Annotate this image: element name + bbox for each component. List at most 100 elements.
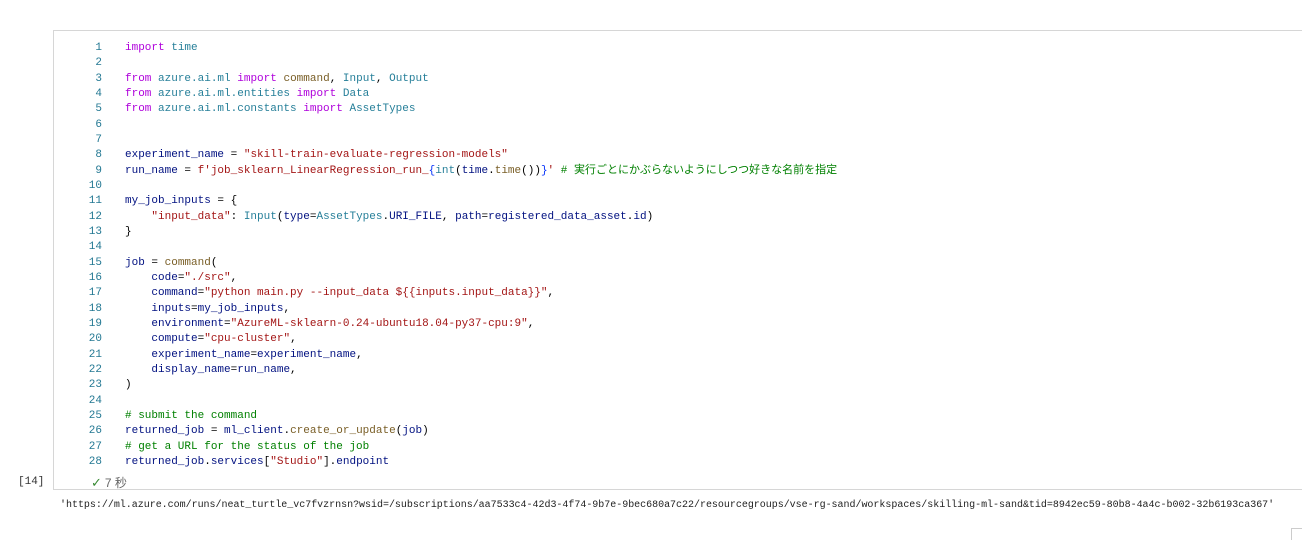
code-token: my_job_inputs	[197, 302, 284, 315]
line-number: 16	[88, 271, 102, 284]
code-token: command	[283, 72, 330, 85]
code-token: run_name	[237, 363, 291, 376]
code-token: from	[125, 103, 152, 116]
code-token: inputs	[151, 302, 192, 315]
code-token: import	[296, 87, 337, 100]
line-number: 1	[95, 42, 102, 54]
execution-duration: 7 秒	[104, 476, 127, 490]
line-number: 27	[88, 440, 102, 453]
execution-status: ✓ 7 秒	[91, 474, 127, 491]
code-token: my_job_inputs	[125, 195, 211, 208]
code-text: experiment_name=experiment_name,	[125, 348, 363, 363]
code-token: "Studio"	[270, 455, 324, 468]
code-text: }	[125, 225, 132, 240]
code-token: from	[125, 87, 152, 100]
resize-handle-icon[interactable]	[1291, 528, 1302, 540]
code-token: ,	[230, 271, 238, 284]
code-token: # submit the command	[125, 409, 258, 422]
cell-output: 'https://ml.azure.com/runs/neat_turtle_v…	[60, 500, 1275, 511]
code-text: display_name=run_name,	[125, 363, 296, 378]
code-token: experiment_name	[257, 348, 357, 361]
line-number: 9	[95, 164, 102, 177]
code-text: compute="cpu-cluster",	[125, 332, 297, 347]
code-token: .	[488, 164, 495, 177]
code-token: ,	[329, 72, 343, 85]
code-token: Input	[243, 210, 277, 223]
code-token: "input_data"	[151, 210, 231, 223]
code-token: command	[164, 256, 211, 269]
line-number: 10	[88, 179, 102, 192]
code-text: returned_job.services["Studio"].endpoint	[125, 455, 389, 470]
code-token: Output	[389, 72, 429, 85]
line-number: 4	[95, 87, 102, 100]
line-number: 22	[88, 363, 102, 376]
code-token: f'job_sklearn_LinearRegression_run_	[197, 164, 429, 177]
code-token: job	[402, 425, 423, 438]
code-token: time	[494, 164, 522, 177]
code-token: import	[237, 72, 277, 85]
code-cell[interactable]: 1 import time 2 3 from azure.ai.ml import co…	[53, 30, 1302, 490]
code-text: "input_data": Input(type=AssetTypes.URI_…	[125, 210, 653, 225]
code-text: environment="AzureML-sklearn-0.24-ubuntu…	[125, 317, 534, 332]
code-text: from azure.ai.ml import command, Input, …	[125, 72, 429, 87]
code-token: ].	[323, 455, 337, 468]
code-token: "python main.py --input_data ${{inputs.i…	[204, 287, 548, 300]
code-token: "cpu-cluster"	[204, 333, 291, 346]
code-token: ml_client	[224, 425, 284, 438]
line-number: 8	[95, 149, 102, 162]
line-number: 15	[88, 256, 102, 269]
code-text: code="./src",	[125, 271, 237, 286]
code-token: experiment_name	[125, 149, 225, 162]
line-number: 21	[88, 348, 102, 361]
code-text: )	[125, 378, 132, 393]
code-token: int	[435, 164, 456, 177]
code-text: experiment_name = "skill-train-evaluate-…	[125, 148, 508, 163]
code-token: (	[455, 164, 462, 177]
line-number: 25	[88, 409, 102, 422]
line-number: 7	[95, 133, 102, 146]
code-token: time	[461, 164, 489, 177]
code-token: =	[144, 256, 165, 269]
line-number: 5	[95, 103, 102, 116]
code-token: ,	[283, 302, 291, 315]
code-text: from azure.ai.ml.entities import Data	[125, 87, 369, 102]
code-token: =	[191, 302, 198, 315]
code-token: command	[151, 287, 198, 300]
code-text: from azure.ai.ml.constants import AssetT…	[125, 102, 415, 117]
code-token: ,	[441, 210, 456, 223]
code-token: ,	[356, 348, 363, 361]
code-token: (	[210, 256, 218, 269]
code-token: )	[646, 210, 654, 223]
code-token: =	[177, 164, 198, 177]
code-token: # 実行ごとにかぶらないようにしつつ好きな名前を指定	[560, 164, 838, 177]
code-token: compute	[151, 333, 198, 346]
code-token: )	[125, 379, 132, 392]
code-token: services	[210, 455, 264, 468]
line-number: 11	[88, 195, 102, 208]
code-text: # submit the command	[125, 409, 257, 424]
code-token: path	[455, 210, 482, 223]
code-text: job = command(	[125, 256, 217, 271]
code-token: endpoint	[336, 455, 390, 468]
line-number: 3	[95, 72, 102, 85]
line-number: 20	[88, 333, 102, 346]
line-number: 19	[88, 317, 102, 330]
code-token: time	[171, 42, 198, 54]
code-token: AssetTypes	[349, 103, 416, 116]
code-token: import	[303, 103, 343, 116]
code-token: create_or_update	[290, 425, 396, 438]
code-token: "./src"	[184, 271, 231, 284]
code-token: ,	[290, 333, 297, 346]
code-token: AssetTypes	[316, 210, 383, 223]
code-token: experiment_name	[151, 348, 251, 361]
code-token: )	[422, 425, 429, 438]
code-token: .	[204, 455, 211, 468]
code-text: returned_job = ml_client.create_or_updat…	[125, 424, 429, 439]
code-token: ,	[547, 287, 555, 300]
code-token: from	[125, 72, 152, 85]
check-icon: ✓	[91, 474, 102, 490]
